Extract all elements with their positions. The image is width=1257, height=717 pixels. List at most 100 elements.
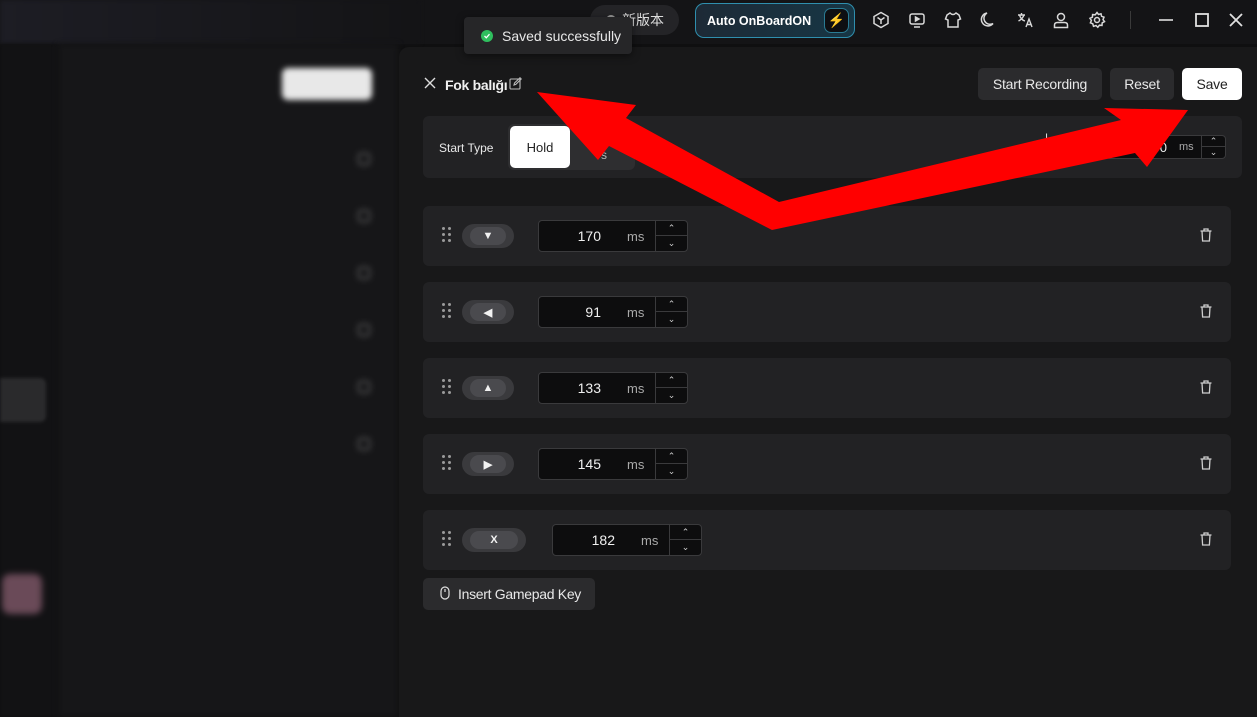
interval-time-stepper[interactable]: 200 ms ⌃ ⌄ — [1106, 135, 1226, 159]
gamepad-key-x[interactable]: X — [462, 528, 526, 552]
chevron-down-icon[interactable]: ⌄ — [670, 540, 701, 555]
chevron-down-icon[interactable]: ⌄ — [656, 388, 687, 403]
action-row: ▶ 145 ms ⌃ ⌄ — [423, 434, 1231, 494]
start-type-row: Start Type Hold s I Time 200 ms ⌃ ⌄ — [423, 116, 1242, 178]
auto-onboard-label: Auto OnBoardON — [707, 13, 812, 28]
delay-value[interactable]: 133 — [539, 380, 601, 396]
action-row: X 182 ms ⌃ ⌄ — [423, 510, 1231, 570]
delay-unit: ms — [627, 456, 645, 472]
mouse-icon — [440, 585, 450, 603]
hold-option[interactable]: Hold — [510, 126, 570, 168]
delay-stepper-arrows: ⌃ ⌄ — [655, 449, 687, 479]
delay-stepper-arrows: ⌃ ⌄ — [655, 373, 687, 403]
delay-unit: ms — [627, 304, 645, 320]
drag-handle-icon[interactable] — [442, 531, 452, 549]
key-label: X — [470, 531, 518, 549]
minimize-icon[interactable] — [1156, 10, 1176, 30]
trash-icon[interactable] — [1200, 304, 1214, 320]
toast-message: Saved successfully — [502, 27, 622, 44]
close-editor-icon[interactable] — [424, 77, 438, 91]
chevron-down-icon[interactable]: ⌄ — [656, 464, 687, 479]
gear-icon[interactable] — [1087, 10, 1107, 30]
check-circle-icon — [481, 29, 493, 42]
new-macro-button-blurred — [282, 68, 372, 100]
delay-stepper-arrows: ⌃ ⌄ — [655, 297, 687, 327]
delay-stepper-arrows: ⌃ ⌄ — [669, 525, 701, 555]
macro-name: Fok balığı — [445, 77, 508, 93]
gamepad-key-down[interactable]: ▼ — [462, 224, 514, 248]
edit-name-icon[interactable] — [509, 77, 523, 91]
start-recording-button[interactable]: Start Recording — [978, 68, 1102, 100]
nav-selected-highlight — [0, 378, 46, 422]
interval-time-label: Time — [1045, 150, 1072, 164]
drag-handle-icon[interactable] — [442, 455, 452, 473]
save-button[interactable]: Save — [1182, 68, 1242, 100]
action-row: ◀ 91 ms ⌃ ⌄ — [423, 282, 1231, 342]
start-type-toggle: Hold s — [508, 124, 635, 170]
delay-unit: ms — [641, 532, 659, 548]
save-toast: Saved successfully — [464, 17, 632, 54]
chevron-up-icon[interactable]: ⌃ — [1202, 136, 1225, 147]
delay-value[interactable]: 91 — [539, 304, 601, 320]
macro-list-item-blurred — [80, 265, 370, 285]
auto-onboard-button[interactable]: Auto OnBoardON ⚡ — [695, 3, 855, 38]
delay-stepper[interactable]: 133 ms ⌃ ⌄ — [538, 372, 688, 404]
reset-button[interactable]: Reset — [1110, 68, 1174, 100]
chevron-down-icon[interactable]: ⌄ — [656, 236, 687, 251]
drag-handle-icon[interactable] — [442, 227, 452, 245]
macro-list-item-blurred — [80, 208, 370, 228]
key-label: ▲ — [470, 379, 506, 397]
chevron-down-icon[interactable]: ⌄ — [656, 312, 687, 327]
close-window-icon[interactable] — [1226, 10, 1246, 30]
trash-icon[interactable] — [1200, 228, 1214, 244]
moon-icon[interactable] — [979, 10, 999, 30]
insert-gamepad-key-label: Insert Gamepad Key — [458, 586, 581, 602]
macro-list-item-blurred — [80, 322, 370, 342]
macro-list-item-blurred — [80, 379, 370, 399]
chevron-up-icon[interactable]: ⌃ — [670, 525, 701, 540]
macro-list-item-blurred — [80, 151, 370, 171]
other-option[interactable]: s — [578, 126, 630, 168]
title-bar-divider — [1130, 11, 1131, 29]
chevron-up-icon[interactable]: ⌃ — [656, 221, 687, 236]
key-label: ▶ — [470, 455, 506, 473]
interval-unit: ms — [1179, 141, 1194, 153]
left-navigation-blurred — [0, 44, 58, 717]
delay-value[interactable]: 182 — [553, 532, 615, 548]
lightning-icon: ⚡ — [824, 8, 849, 33]
macro-list-item-blurred — [80, 436, 370, 456]
drag-handle-icon[interactable] — [442, 303, 452, 321]
user-icon[interactable] — [1051, 10, 1071, 30]
chevron-up-icon[interactable]: ⌃ — [656, 297, 687, 312]
start-type-label: Start Type — [439, 141, 494, 155]
key-label: ▼ — [470, 227, 506, 245]
interval-value[interactable]: 200 — [1127, 140, 1167, 155]
delay-stepper-arrows: ⌃ ⌄ — [655, 221, 687, 251]
cube-icon[interactable] — [871, 10, 891, 30]
maximize-icon[interactable] — [1192, 10, 1212, 30]
delay-stepper[interactable]: 170 ms ⌃ ⌄ — [538, 220, 688, 252]
trash-icon[interactable] — [1200, 380, 1214, 396]
chevron-up-icon[interactable]: ⌃ — [656, 373, 687, 388]
drag-handle-icon[interactable] — [442, 379, 452, 397]
chevron-up-icon[interactable]: ⌃ — [656, 449, 687, 464]
gamepad-key-right[interactable]: ▶ — [462, 452, 514, 476]
delay-value[interactable]: 170 — [539, 228, 601, 244]
insert-gamepad-key-button[interactable]: Insert Gamepad Key — [423, 578, 595, 610]
trash-icon[interactable] — [1200, 532, 1214, 548]
trash-icon[interactable] — [1200, 456, 1214, 472]
interval-stepper-arrows: ⌃ ⌄ — [1201, 136, 1225, 158]
shirt-icon[interactable] — [943, 10, 963, 30]
gamepad-key-up[interactable]: ▲ — [462, 376, 514, 400]
gamepad-key-left[interactable]: ◀ — [462, 300, 514, 324]
delay-unit: ms — [627, 380, 645, 396]
key-label: ◀ — [470, 303, 506, 321]
delay-stepper[interactable]: 145 ms ⌃ ⌄ — [538, 448, 688, 480]
delay-stepper[interactable]: 91 ms ⌃ ⌄ — [538, 296, 688, 328]
chevron-down-icon[interactable]: ⌄ — [1202, 147, 1225, 158]
macro-list-blurred — [58, 44, 398, 717]
video-icon[interactable] — [907, 10, 927, 30]
translate-icon[interactable] — [1015, 10, 1035, 30]
delay-stepper[interactable]: 182 ms ⌃ ⌄ — [552, 524, 702, 556]
delay-value[interactable]: 145 — [539, 456, 601, 472]
